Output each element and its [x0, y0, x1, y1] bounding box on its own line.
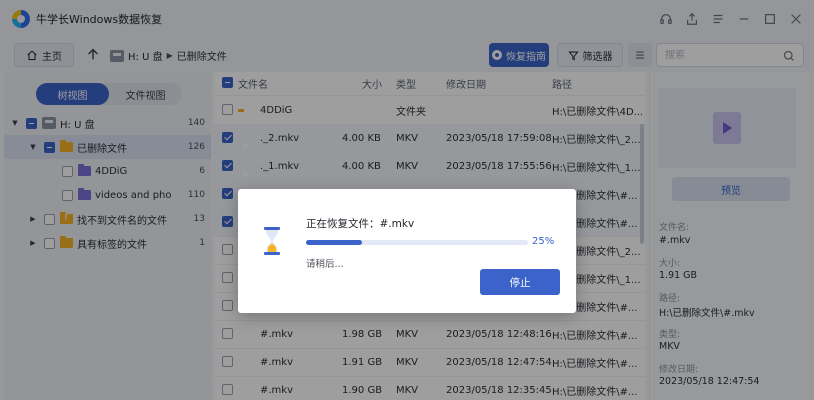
progress-fill [306, 240, 362, 245]
recovery-progress-dialog: 正在恢复文件：#.mkv 25% 请稍后... 停止 [238, 189, 576, 313]
hourglass-icon [264, 227, 280, 255]
progress-bar [306, 240, 528, 245]
dialog-subtitle: 请稍后... [306, 259, 344, 270]
dialog-title: 正在恢复文件：#.mkv [306, 218, 415, 230]
stop-button[interactable]: 停止 [480, 269, 560, 295]
progress-percent: 25% [532, 236, 555, 247]
